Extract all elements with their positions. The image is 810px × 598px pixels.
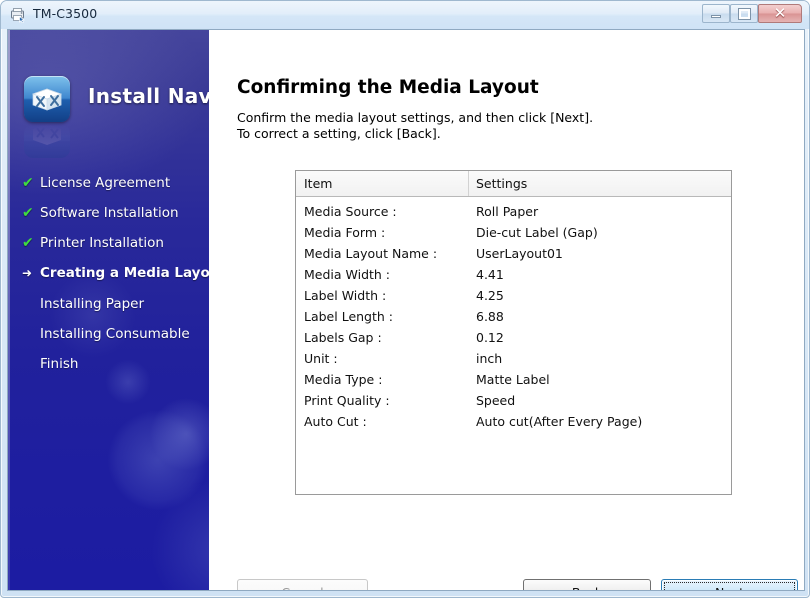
- sidebar-item-finish[interactable]: Finish: [22, 354, 78, 374]
- sidebar-item-label: Installing Paper: [40, 296, 145, 312]
- minimize-button[interactable]: [702, 4, 730, 23]
- row-item-value: Auto cut(After Every Page): [476, 414, 643, 429]
- next-button[interactable]: Next: [661, 579, 798, 591]
- install-navi-icon: [24, 76, 70, 122]
- table-row: Print Quality : Speed: [296, 390, 731, 411]
- sidebar-edge-highlight: [8, 30, 10, 590]
- row-item-value: Speed: [476, 393, 516, 408]
- arrow-right-icon: ➜: [22, 266, 33, 280]
- row-item-label: Media Source :: [304, 204, 397, 219]
- table-row: Media Layout Name : UserLayout01: [296, 243, 731, 264]
- sidebar-item-creating-a-media-layout[interactable]: ➜ Creating a Media Layout: [22, 263, 226, 283]
- row-item-label: Label Width :: [304, 288, 387, 303]
- row-item-value: 6.88: [476, 309, 504, 324]
- sidebar-item-label: License Agreement: [40, 175, 171, 191]
- row-item-value: 4.41: [476, 267, 504, 282]
- close-button[interactable]: ✕: [758, 4, 802, 23]
- row-item-value: 4.25: [476, 288, 504, 303]
- table-row: Auto Cut : Auto cut(After Every Page): [296, 411, 731, 432]
- sidebar-item-installing-paper[interactable]: Installing Paper: [22, 294, 144, 314]
- row-item-value: inch: [476, 351, 503, 366]
- close-icon: ✕: [759, 5, 801, 22]
- page-description: Confirm the media layout settings, and t…: [237, 110, 594, 141]
- row-item-value: Die-cut Label (Gap): [476, 225, 598, 240]
- settings-summary-table: Item Settings Media Source : Roll Paper …: [295, 170, 732, 495]
- row-item-label: Auto Cut :: [304, 414, 367, 429]
- table-row: Media Width : 4.41: [296, 264, 731, 285]
- check-icon: ✔: [22, 235, 34, 251]
- main-content: Confirming the Media Layout Confirm the …: [209, 30, 804, 590]
- cancel-button-label: Cancel: [281, 585, 323, 591]
- next-button-label: Next: [715, 585, 744, 591]
- column-header-item: Item: [304, 176, 333, 191]
- column-header-settings: Settings: [476, 176, 528, 191]
- install-navi-icon-reflection: [24, 124, 70, 158]
- application-window: TM-C3500 ✕ Install Navi ✔ License Agreem…: [0, 0, 810, 598]
- minimize-icon: [703, 5, 729, 22]
- wizard-sidebar: Install Navi ✔ License Agreement ✔ Softw…: [8, 30, 226, 590]
- sidebar-item-installing-consumable[interactable]: Installing Consumable: [22, 324, 190, 344]
- sidebar-item-software-installation[interactable]: ✔ Software Installation: [22, 203, 179, 223]
- maximize-icon: [731, 5, 757, 22]
- window-title: TM-C3500: [33, 6, 98, 21]
- row-item-label: Print Quality :: [304, 393, 390, 408]
- app-title: Install Navi: [88, 84, 220, 108]
- table-row: Media Source : Roll Paper: [296, 201, 731, 222]
- table-row: Labels Gap : 0.12: [296, 327, 731, 348]
- back-button-label: Back: [572, 585, 602, 591]
- back-button[interactable]: Back: [523, 579, 651, 591]
- row-item-label: Media Layout Name :: [304, 246, 438, 261]
- column-divider: [468, 171, 469, 196]
- table-row: Label Width : 4.25: [296, 285, 731, 306]
- row-item-label: Media Type :: [304, 372, 383, 387]
- sidebar-item-printer-installation[interactable]: ✔ Printer Installation: [22, 233, 164, 253]
- row-item-label: Media Form :: [304, 225, 386, 240]
- row-item-label: Media Width :: [304, 267, 391, 282]
- row-item-label: Unit :: [304, 351, 338, 366]
- maximize-button[interactable]: [730, 4, 758, 23]
- sidebar-item-label: Printer Installation: [40, 235, 164, 251]
- table-row: Label Length : 6.88: [296, 306, 731, 327]
- sidebar-item-label: Installing Consumable: [40, 326, 190, 342]
- row-item-value: Matte Label: [476, 372, 550, 387]
- table-header: Item Settings: [296, 171, 731, 197]
- check-icon: ✔: [22, 175, 34, 191]
- table-row: Media Form : Die-cut Label (Gap): [296, 222, 731, 243]
- client-area: Install Navi ✔ License Agreement ✔ Softw…: [7, 29, 805, 591]
- table-row: Media Type : Matte Label: [296, 369, 731, 390]
- sidebar-item-label: Creating a Media Layout: [40, 265, 226, 281]
- printer-icon: [11, 8, 25, 23]
- cancel-button[interactable]: Cancel: [237, 579, 368, 591]
- title-bar: TM-C3500 ✕: [1, 1, 809, 29]
- sidebar-item-label: Software Installation: [40, 205, 179, 221]
- row-item-label: Label Length :: [304, 309, 393, 324]
- row-item-value: 0.12: [476, 330, 504, 345]
- row-item-label: Labels Gap :: [304, 330, 382, 345]
- row-item-value: UserLayout01: [476, 246, 563, 261]
- check-icon: ✔: [22, 205, 34, 221]
- sidebar-item-label: Finish: [40, 356, 79, 372]
- table-row: Unit : inch: [296, 348, 731, 369]
- page-title: Confirming the Media Layout: [237, 77, 539, 98]
- sidebar-item-license-agreement[interactable]: ✔ License Agreement: [22, 173, 170, 193]
- row-item-value: Roll Paper: [476, 204, 539, 219]
- close-glyph: ✕: [773, 4, 787, 22]
- table-body: Media Source : Roll Paper Media Form : D…: [296, 197, 731, 432]
